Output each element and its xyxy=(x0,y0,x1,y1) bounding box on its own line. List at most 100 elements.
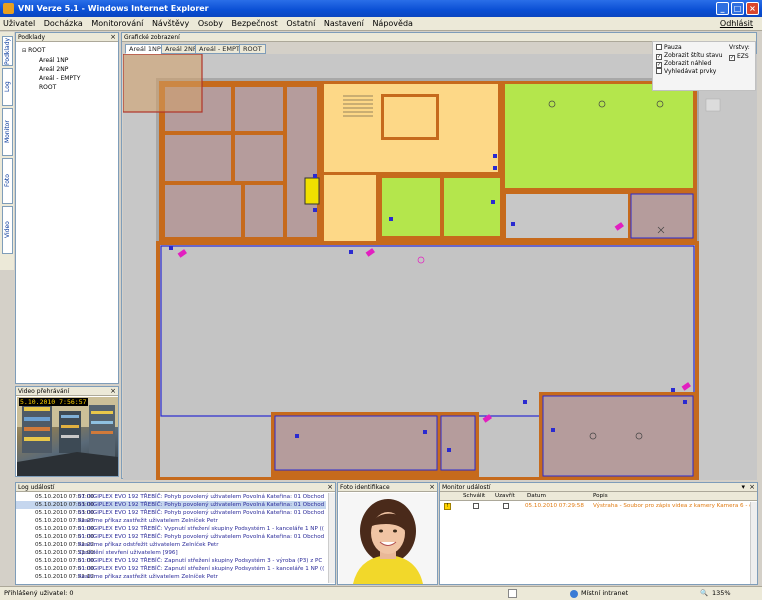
log-row[interactable]: 05.10.2010 07:51:0001 DIGIPLEX EVO 192 T… xyxy=(16,525,326,533)
dropdown-icon[interactable]: ▾ xyxy=(741,483,745,492)
podklady-header: Podklady × xyxy=(16,33,118,42)
podklady-title: Podklady xyxy=(18,34,46,41)
monitor-row[interactable]: ! 05.10.2010 07:29:58 Výstraha - Soubor … xyxy=(440,502,757,511)
log-row[interactable]: 05.10.2010 07:53:0001 DIGIPLEX EVO 192 T… xyxy=(16,509,326,517)
col-datum[interactable]: Datum xyxy=(527,492,546,501)
panel-close-icon[interactable]: × xyxy=(429,483,435,492)
panel-close-icon[interactable]: × xyxy=(110,387,116,396)
monitor-row-date: 05.10.2010 07:29:58 xyxy=(525,503,584,509)
video-title: Video přehrávání xyxy=(18,388,70,395)
option-pauza[interactable]: Pauza xyxy=(656,44,682,52)
graphic-title: Grafické zobrazení xyxy=(124,34,180,41)
vtab-video[interactable]: Video přehrávání xyxy=(2,206,13,254)
col-popis[interactable]: Popis xyxy=(593,492,608,501)
store-camera-image xyxy=(17,397,118,476)
status-zone: Místní intranet xyxy=(581,589,629,597)
col-uzavrit[interactable]: Uzavřít xyxy=(495,492,515,501)
tree-item[interactable]: Areál - EMPTY xyxy=(22,74,118,83)
tab-root[interactable]: ROOT xyxy=(239,44,266,54)
zoom-icon[interactable]: 🔍 xyxy=(700,587,708,600)
graphic-view-panel: Grafické zobrazení Areál 1NP Areál 2NP A… xyxy=(121,32,757,480)
status-zoom[interactable]: 135% xyxy=(712,587,731,600)
log-header: Log událostí × xyxy=(16,483,335,492)
vtab-log[interactable]: Log událostí xyxy=(2,68,13,106)
video-frame[interactable]: 5.10.2010 7:56:57 xyxy=(17,397,118,476)
log-row[interactable]: 05.10.2010 07:51:22Realtime příkaz odstř… xyxy=(16,541,326,549)
foto-header: Foto identifikace × xyxy=(338,483,437,492)
vtab-monitor[interactable]: Monitor událostí xyxy=(2,108,13,156)
left-vertical-tabs: Podklady Log událostí Monitor událostí F… xyxy=(0,32,14,270)
tree-root[interactable]: ⊟ ROOT xyxy=(22,46,118,56)
layers-title: Vrstvy: xyxy=(729,44,750,51)
log-row[interactable]: 05.10.2010 07:51:0001 DIGIPLEX EVO 192 T… xyxy=(16,565,326,573)
checkbox-icon[interactable] xyxy=(656,44,662,50)
video-header: Video přehrávání × xyxy=(16,387,118,396)
panel-close-icon[interactable]: × xyxy=(749,483,755,492)
checkbox-icon[interactable] xyxy=(656,68,662,74)
status-user: Přihlášený uživatel: 0 xyxy=(4,589,74,597)
status-lock-icon xyxy=(508,589,517,598)
vtab-foto[interactable]: Foto identifikace xyxy=(2,158,13,204)
log-row[interactable]: 05.10.2010 07:57:0001 DIGIPLEX EVO 192 T… xyxy=(16,493,326,501)
menu-nastaveni[interactable]: Nastavení xyxy=(321,17,367,31)
log-row[interactable]: 05.10.2010 07:51:0001 DIGIPLEX EVO 192 T… xyxy=(16,557,326,565)
close-checkbox[interactable] xyxy=(503,503,509,509)
video-timestamp: 5.10.2010 7:56:57 xyxy=(19,398,88,406)
col-schvalit[interactable]: Schválit xyxy=(463,492,485,501)
log-row[interactable]: 05.10.2010 07:51:12Realtime příkaz zastř… xyxy=(16,573,326,581)
option-zobrazit-nahled[interactable]: ✓ Zobrazit náhled xyxy=(656,60,711,68)
minimize-button[interactable]: _ xyxy=(716,2,729,15)
log-row[interactable]: 05.10.2010 07:53:0001 DIGIPLEX EVO 192 T… xyxy=(16,501,326,509)
person-photo xyxy=(339,493,437,584)
monitor-scrollbar[interactable] xyxy=(750,502,757,584)
menu-napoveda[interactable]: Nápověda xyxy=(369,17,416,31)
log-row[interactable]: 05.10.2010 07:51:00Zpoždění stevření uži… xyxy=(16,549,326,557)
person-portrait-image xyxy=(339,493,437,584)
monitor-row-text: Výstraha - Soubor pro zápis videa z kame… xyxy=(593,503,757,509)
log-row[interactable]: 05.10.2010 07:51:0001 DIGIPLEX EVO 192 T… xyxy=(16,533,326,541)
globe-icon xyxy=(570,590,578,598)
menu-ostatni[interactable]: Ostatní xyxy=(283,17,318,31)
panel-close-icon[interactable]: × xyxy=(327,483,333,492)
panel-close-icon[interactable]: × xyxy=(110,33,116,42)
podklady-panel: Podklady × ⊟ ROOT Areál 1NP Areál 2NP Ar… xyxy=(15,32,119,384)
monitor-column-headers: Schválit Uzavřít Datum Popis xyxy=(440,492,757,501)
menu-osoby[interactable]: Osoby xyxy=(195,17,226,31)
option-zobrazit-stitu[interactable]: ✓ Zobrazit štítu stavu xyxy=(656,52,723,60)
photo-id-panel: Foto identifikace × xyxy=(337,482,438,585)
log-scrollbar[interactable] xyxy=(328,493,335,583)
event-log-panel: Log událostí × 05.10.2010 07:57:0001 DIG… xyxy=(15,482,336,585)
tree-item[interactable]: Areál 1NP xyxy=(22,56,118,65)
log-title: Log událostí xyxy=(18,484,55,491)
window-titlebar: VNI Verze 5.1 - Windows Internet Explore… xyxy=(0,0,762,17)
podklady-tree: ⊟ ROOT Areál 1NP Areál 2NP Areál - EMPTY… xyxy=(16,42,118,92)
menu-monitorovani[interactable]: Monitorování xyxy=(88,17,146,31)
log-row[interactable]: 05.10.2010 07:51:27Realtime příkaz zastř… xyxy=(16,517,326,525)
graphic-options-legend: Pauza ✓ Zobrazit štítu stavu ✓ Zobrazit ná… xyxy=(652,41,756,91)
menu-uzivatel[interactable]: Uživatel xyxy=(0,17,38,31)
floor-plan-map[interactable] xyxy=(123,54,757,480)
tab-areal-1np[interactable]: Areál 1NP xyxy=(125,44,165,54)
tree-item[interactable]: ROOT xyxy=(22,83,118,92)
logout-link[interactable]: Odhlásit xyxy=(717,17,756,31)
floor-plan-area[interactable] xyxy=(123,54,757,480)
menu-bezpecnost[interactable]: Bezpečnost xyxy=(229,17,281,31)
menu-dochazka[interactable]: Docházka xyxy=(41,17,86,31)
tree-item[interactable]: Areál 2NP xyxy=(22,65,118,74)
window-title: VNI Verze 5.1 - Windows Internet Explore… xyxy=(18,4,209,13)
checkbox-checked-icon[interactable]: ✓ xyxy=(729,55,735,61)
option-vyhledavat[interactable]: Vyhledávat prvky xyxy=(656,68,716,76)
maximize-button[interactable]: □ xyxy=(731,2,744,15)
approve-checkbox[interactable] xyxy=(473,503,479,509)
event-monitor-panel: Monitor událostí ▾ × Schválit Uzavřít Da… xyxy=(439,482,758,585)
menu-bar: Uživatel Docházka Monitorování Návštěvy … xyxy=(0,17,762,31)
monitor-title: Monitor událostí xyxy=(442,484,491,491)
layer-ezs[interactable]: ✓ EZS xyxy=(729,53,749,61)
foto-title: Foto identifikace xyxy=(340,484,390,491)
status-bar: Přihlášený uživatel: 0 Místní intranet 🔍… xyxy=(0,586,762,600)
vtab-podklady[interactable]: Podklady xyxy=(2,36,13,66)
warning-icon: ! xyxy=(444,503,451,510)
app-icon xyxy=(3,3,14,14)
menu-navstevy[interactable]: Návštěvy xyxy=(149,17,192,31)
close-button[interactable]: × xyxy=(746,2,759,15)
